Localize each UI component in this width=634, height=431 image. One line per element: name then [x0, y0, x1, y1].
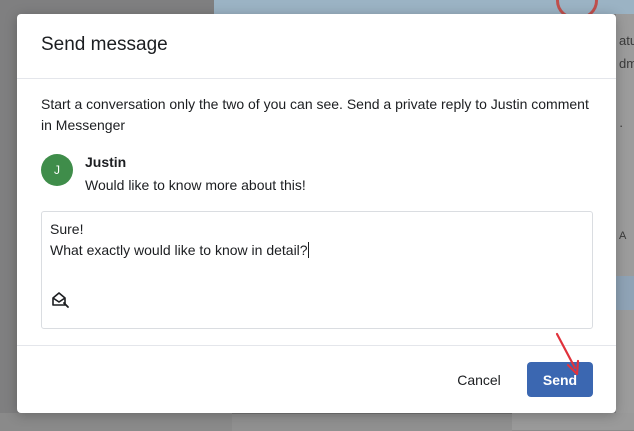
saved-reply-icon[interactable]: [50, 290, 70, 310]
background-label: dm: [619, 56, 634, 71]
background-composer-side: [512, 413, 634, 430]
dialog-header: Send message: [17, 14, 616, 79]
reply-line-2: What exactly would like to know in detai…: [50, 242, 309, 258]
background-label: ·: [619, 118, 624, 133]
text-caret: [307, 242, 309, 258]
send-message-dialog: Send message Start a conversation only t…: [17, 14, 616, 413]
comment-text: Would like to know more about this!: [85, 177, 306, 193]
dialog-title: Send message: [41, 34, 168, 55]
background-label: A: [619, 230, 627, 242]
comment-author-name: Justin: [85, 154, 127, 170]
avatar-initial: J: [54, 163, 60, 177]
background-side-panel: [616, 14, 634, 430]
annotation-arrow-icon: [555, 332, 580, 376]
reply-line-1: Sure!: [50, 221, 84, 237]
reply-message-input[interactable]: Sure! What exactly would like to know in…: [41, 211, 593, 329]
cancel-button[interactable]: Cancel: [444, 363, 514, 397]
reply-line-2-text: What exactly would like to know in detai…: [50, 242, 308, 258]
background-band: [616, 276, 634, 310]
avatar: J: [41, 154, 73, 186]
background-label: atu: [619, 33, 634, 48]
footer-divider: [17, 345, 616, 346]
background-composer: [232, 413, 512, 431]
dialog-description: Start a conversation only the two of you…: [41, 96, 589, 133]
